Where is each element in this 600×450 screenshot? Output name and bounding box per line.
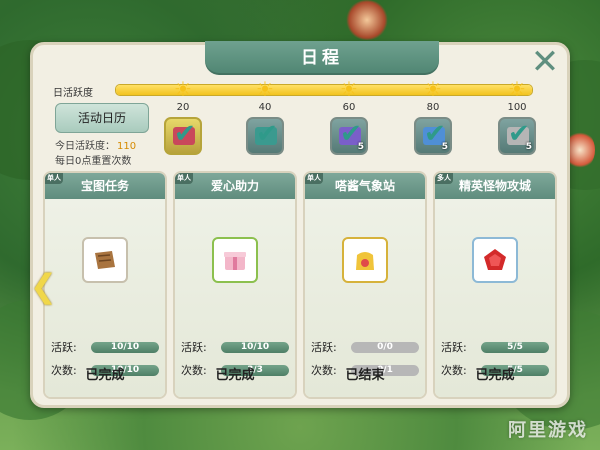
active-row: 活跃: 5/5 [441,339,551,355]
milestone-value: 40 [258,102,272,113]
checkmark-icon: ✔ [174,119,196,149]
card-status: 已结束 [345,368,385,383]
active-value: 0/0 [377,341,393,352]
pink-gift-icon[interactable] [212,237,258,283]
reward-chest[interactable]: ✔ [246,117,284,155]
activity-card[interactable]: 多人 精英怪物攻城 活跃: 5/5 次数: 5/5 已完成 [433,171,557,399]
card-title: 爱心助力 [210,179,259,193]
card-status: 已完成 [475,368,515,383]
active-row: 活跃: 0/0 [311,339,421,355]
sun-icon: ☀ [424,77,442,101]
milestone-value: 100 [507,102,527,113]
reward-count: 5 [357,142,364,152]
card-header: 多人 精英怪物攻城 [435,173,555,199]
active-bar: 10/10 [221,341,289,353]
card-title: 宝图任务 [80,179,129,193]
milestone-value: 60 [342,102,356,113]
sun-icon: ☀ [508,77,526,101]
checkmark-icon: ✔ [256,119,278,149]
card-body: 活跃: 10/10 次数: 10/10 已完成 [45,199,165,397]
reward-chest[interactable]: ✔ 5 [498,117,536,155]
game-scene: 日程 ✕ 日活跃度 ☀ 20 ✔ ☀ 40 ✔ ☀ 60 ✔ 5 ☀ 80 ✔ 5 ☀ 100 ✔ 5 活动日历 … [0,0,600,450]
card-header: 单人 宝图任务 [45,173,165,199]
card-title: 精英怪物攻城 [458,179,531,193]
reward-chest[interactable]: ✔ [164,117,202,155]
activity-card[interactable]: 单人 爱心助力 活跃: 10/10 次数: 3/3 已完成 [173,171,297,399]
mode-badge: 单人 [175,173,193,184]
schedule-panel: 日程 ✕ 日活跃度 ☀ 20 ✔ ☀ 40 ✔ ☀ 60 ✔ 5 ☀ 80 ✔ 5 ☀ 100 ✔ 5 活动日历 … [30,41,570,408]
active-bar: 0/0 [351,341,419,353]
reward-chest[interactable]: ✔ 5 [330,117,368,155]
watermark-logo: 阿里游戏 [508,420,588,441]
card-status: 已完成 [85,368,125,383]
today-activity-value: 110 [117,141,137,152]
reward-chest[interactable]: ✔ 5 [414,117,452,155]
card-status: 已完成 [215,368,255,383]
mode-badge: 单人 [305,173,323,184]
active-value: 10/10 [110,341,140,352]
activity-calendar-button[interactable]: 活动日历 [55,103,149,133]
active-row: 活跃: 10/10 [181,339,291,355]
today-activity: 今日活跃度： 110 [55,137,136,152]
card-header: 单人 爱心助力 [175,173,295,199]
active-value: 10/10 [240,341,270,352]
sun-icon: ☀ [174,77,192,101]
sun-icon: ☀ [340,77,358,101]
mode-badge: 单人 [45,173,63,184]
active-label: 活跃: [311,341,337,354]
reward-count: 5 [441,142,448,152]
active-row: 活跃: 10/10 [51,339,161,355]
today-activity-label: 今日活跃度： [55,141,115,152]
card-header: 单人 嗒酱气象站 [305,173,425,199]
milestone-value: 20 [176,102,190,113]
panel-title: 日程 [205,41,439,75]
active-bar: 10/10 [91,341,159,353]
reset-note: 每日0点重置次数 [55,156,132,167]
lucky-bag-icon[interactable] [342,237,388,283]
treasure-map-icon[interactable] [82,237,128,283]
red-gem-icon[interactable] [472,237,518,283]
player-character[interactable] [345,0,389,40]
activity-card[interactable]: 单人 宝图任务 活跃: 10/10 次数: 10/10 已完成 [43,171,167,399]
sun-icon: ☀ [256,77,274,101]
close-icon[interactable]: ✕ [529,45,561,79]
active-label: 活跃: [51,341,77,354]
active-label: 活跃: [181,341,207,354]
active-value: 5/5 [507,341,523,352]
active-bar: 5/5 [481,341,549,353]
card-body: 活跃: 5/5 次数: 5/5 已完成 [435,199,555,397]
mode-badge: 多人 [435,173,453,184]
active-label: 活跃: [441,341,467,354]
chevron-left-icon[interactable]: ❮ [30,268,57,304]
card-title: 嗒酱气象站 [334,179,395,193]
reward-count: 5 [525,142,532,152]
daily-activity-label: 日活跃度 [53,88,93,99]
card-body: 活跃: 10/10 次数: 3/3 已完成 [175,199,295,397]
milestone-value: 80 [426,102,440,113]
card-body: 活跃: 0/0 次数: 0/1 已结束 [305,199,425,397]
activity-card[interactable]: 单人 嗒酱气象站 活跃: 0/0 次数: 0/1 已结束 [303,171,427,399]
